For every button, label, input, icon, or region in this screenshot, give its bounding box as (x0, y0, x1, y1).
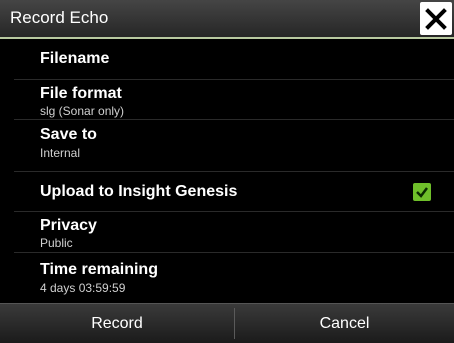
row-privacy[interactable]: Privacy Public (14, 212, 454, 253)
close-icon (425, 7, 447, 30)
file-format-value: slg (Sonar only) (40, 104, 125, 118)
row-time-remaining: Time remaining 4 days 03:59:59 (14, 253, 454, 303)
row-file-format[interactable]: File format slg (Sonar only) (14, 80, 454, 120)
title-bar: Record Echo (0, 0, 454, 39)
time-remaining-label: Time remaining (40, 261, 158, 278)
upload-insight-genesis-checkbox[interactable] (413, 183, 431, 201)
row-save-to[interactable]: Save to Internal (14, 120, 454, 172)
record-echo-dialog: Record Echo Filename File format slg (So… (0, 0, 454, 343)
dialog-title: Record Echo (10, 8, 109, 27)
save-to-value: Internal (40, 146, 81, 160)
privacy-value: Public (40, 236, 73, 250)
row-filename[interactable]: Filename (14, 39, 454, 80)
file-format-label: File format (40, 85, 122, 102)
save-to-label: Save to (40, 126, 97, 143)
checkmark-icon (416, 187, 428, 198)
time-remaining-value: 4 days 03:59:59 (40, 281, 126, 295)
record-button[interactable]: Record (0, 304, 234, 343)
close-button[interactable] (420, 2, 452, 35)
footer-bar: Record Cancel (0, 303, 454, 343)
row-upload-insight-genesis[interactable]: Upload to Insight Genesis (14, 172, 454, 212)
privacy-label: Privacy (40, 217, 97, 234)
filename-label: Filename (40, 50, 110, 67)
upload-insight-genesis-label: Upload to Insight Genesis (40, 183, 238, 200)
cancel-button[interactable]: Cancel (235, 304, 454, 343)
